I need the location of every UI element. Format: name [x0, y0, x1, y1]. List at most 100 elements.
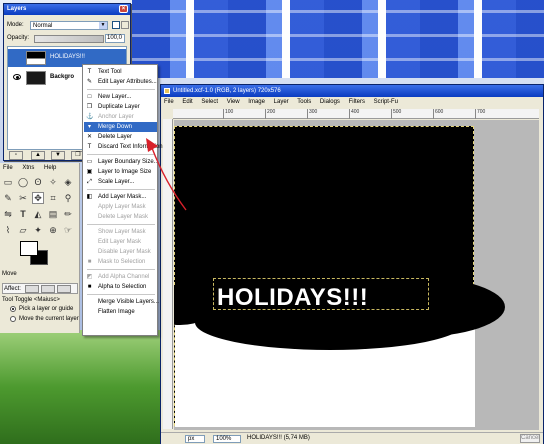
menu-tools[interactable]: Tools: [297, 99, 311, 105]
lower-layer-icon[interactable]: ▼: [51, 151, 65, 160]
wallpaper-clouds: [132, 0, 544, 78]
menu-file[interactable]: File: [3, 165, 13, 171]
context-menu-item-text-tool[interactable]: T Text Tool: [84, 67, 157, 77]
lock-icon[interactable]: [121, 21, 129, 29]
eraser-icon[interactable]: ▱: [17, 224, 29, 236]
menu-filters[interactable]: Filters: [349, 99, 365, 105]
crop-icon[interactable]: ⌗: [47, 192, 59, 204]
context-menu-item-mask-to-selection: ■ Mask to Selection: [84, 257, 157, 267]
unit-select[interactable]: px: [185, 435, 205, 443]
layer-thumbnail: [26, 51, 46, 65]
pencil-icon[interactable]: ✏: [62, 208, 74, 220]
scale-layer-icon: ⤢: [87, 179, 92, 185]
flip-icon[interactable]: ⇋: [2, 208, 14, 220]
delete-layer-icon: ✕: [86, 134, 93, 140]
bucket-fill-icon[interactable]: ◭: [32, 208, 44, 220]
status-bar: px 100% HOLIDAYS!!! (5,74 MB) Cancel: [161, 432, 543, 444]
menu-script-fu[interactable]: Script-Fu: [374, 99, 398, 105]
affect-selection-button[interactable]: [41, 285, 55, 293]
image-canvas[interactable]: HOLIDAYS!!!: [174, 126, 505, 427]
context-menu-item-flatten-image[interactable]: Flatten Image: [84, 307, 157, 317]
ellipse-select-icon[interactable]: ◯: [17, 176, 29, 188]
color-swatches[interactable]: [20, 241, 50, 267]
zoom-select[interactable]: 100%: [213, 435, 241, 443]
iscissors-icon[interactable]: ✂: [17, 192, 29, 204]
context-menu-label: Mask to Selection: [98, 259, 146, 265]
move-tool-icon[interactable]: ✥: [32, 192, 44, 204]
menu-file[interactable]: File: [164, 99, 174, 105]
context-menu-label: Add Alpha Channel: [98, 274, 150, 280]
annotation-arrow: [146, 138, 187, 211]
context-menu-label: Edit Layer Mask: [98, 239, 142, 245]
image-titlebar[interactable]: Untitled.xcf-1.0 (RGB, 2 layers) 720x576: [161, 85, 543, 97]
context-menu-label: Show Layer Mask: [98, 229, 146, 235]
menu-edit[interactable]: Edit: [182, 99, 192, 105]
eye-icon[interactable]: [13, 74, 21, 80]
foreground-color[interactable]: [20, 241, 38, 256]
context-menu-label: New Layer...: [98, 94, 132, 100]
alpha-channel-icon: ◩: [86, 274, 93, 280]
holidays-text[interactable]: HOLIDAYS!!!: [217, 284, 368, 312]
context-menu-item-new-layer[interactable]: □ New Layer...: [84, 92, 157, 102]
context-menu-label: Merge Down: [98, 124, 133, 130]
lasso-icon[interactable]: ʘ: [32, 176, 44, 188]
context-menu-label: Edit Layer Attributes...: [98, 79, 157, 85]
context-menu-label: Text Tool: [98, 69, 122, 75]
rect-select-icon[interactable]: ▭: [2, 176, 14, 188]
opacity-slider[interactable]: [34, 35, 104, 43]
path-icon[interactable]: ✎: [2, 192, 14, 204]
menu-view[interactable]: View: [227, 99, 240, 105]
menu-dialogs[interactable]: Dialogs: [320, 99, 340, 105]
menu-layer[interactable]: Layer: [274, 99, 289, 105]
menu-select[interactable]: Select: [201, 99, 218, 105]
fuzzy-select-icon[interactable]: ✧: [47, 176, 59, 188]
context-menu-item-show-layer-mask: Show Layer Mask: [84, 227, 157, 237]
text-tool-icon[interactable]: T: [17, 208, 29, 220]
context-menu-label: Merge Visible Layers...: [98, 299, 159, 305]
edit-layer-icon: ✎: [86, 79, 93, 85]
layer-to-image-icon: ▣: [86, 169, 93, 175]
mode-label: Mode:: [7, 22, 24, 28]
menu-separator: [87, 224, 155, 225]
toolbox: File Xtns Help ▭ ◯ ʘ ✧ ◈ ✎ ✂ ✥ ⌗ ⚲ ⇋ T ◭…: [0, 163, 80, 333]
cancel-button[interactable]: Cancel: [520, 434, 540, 443]
clone-icon[interactable]: ⊕: [47, 224, 59, 236]
menu-separator: [87, 269, 155, 270]
new-layer-icon[interactable]: ▫: [9, 151, 23, 160]
affect-layer-button[interactable]: [25, 285, 39, 293]
layer-thumbnail: [26, 71, 46, 85]
keep-trans-checkbox[interactable]: [112, 21, 120, 29]
wallpaper-grass: [0, 330, 160, 444]
anchor-icon: ⚓: [86, 114, 94, 120]
blend-icon[interactable]: ▤: [47, 208, 59, 220]
context-menu-label: Scale Layer...: [98, 179, 135, 185]
gimp-icon: [164, 88, 170, 94]
affect-path-button[interactable]: [57, 285, 71, 293]
color-select-icon[interactable]: ◈: [62, 176, 74, 188]
raise-layer-icon[interactable]: ▲: [31, 151, 45, 160]
smudge-icon[interactable]: ☞: [62, 224, 74, 236]
menu-help[interactable]: Help: [44, 165, 56, 171]
context-menu-item-merge-visible-layers[interactable]: Merge Visible Layers...: [84, 297, 159, 307]
radio-move-current[interactable]: [10, 316, 16, 322]
context-menu-item-duplicate-layer[interactable]: ❐ Duplicate Layer: [84, 102, 157, 112]
paintbrush-icon[interactable]: ⌇: [2, 224, 14, 236]
new-layer-icon: □: [87, 94, 92, 100]
color-picker-icon[interactable]: ⚲: [62, 192, 74, 204]
opacity-input[interactable]: 100,0: [105, 34, 125, 43]
layers-titlebar[interactable]: Layers ×: [4, 4, 130, 15]
tool-options-title: Move: [2, 271, 17, 277]
horizontal-ruler[interactable]: 100 200 300 400 500 600 700: [173, 109, 539, 119]
menu-separator: [87, 89, 155, 90]
menu-image[interactable]: Image: [248, 99, 265, 105]
radio-pick-layer[interactable]: [10, 306, 16, 312]
menu-xtns[interactable]: Xtns: [22, 165, 34, 171]
canvas-area[interactable]: HOLIDAYS!!!: [174, 120, 539, 430]
airbrush-icon[interactable]: ✦: [32, 224, 44, 236]
close-icon[interactable]: ×: [119, 5, 128, 13]
context-menu-item-alpha-to-selection[interactable]: ■ Alpha to Selection: [84, 282, 157, 292]
context-menu-item-edit-layer-attributes[interactable]: ✎ Edit Layer Attributes...: [84, 77, 157, 87]
context-menu-label: Delete Layer Mask: [98, 214, 149, 220]
context-menu-label: Duplicate Layer: [98, 104, 140, 110]
mode-select[interactable]: Normal ▼: [30, 21, 108, 30]
